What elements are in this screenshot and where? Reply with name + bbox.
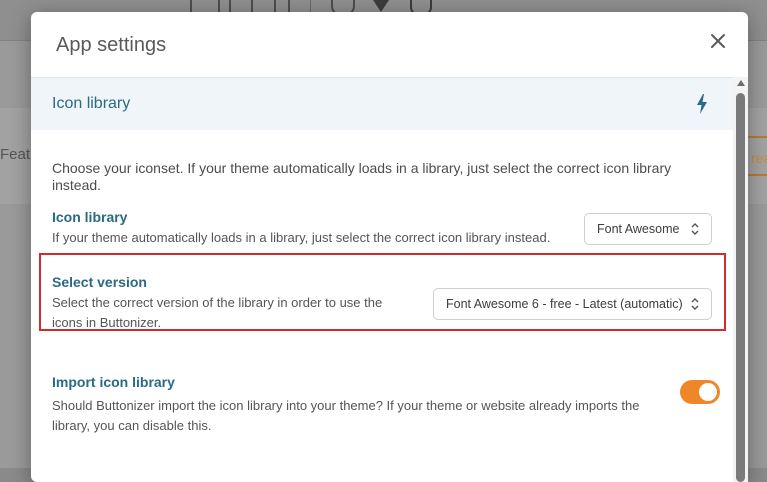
import-icon-library-label: Import icon library: [52, 374, 175, 390]
select-version-description: Select the correct version of the librar…: [52, 295, 383, 330]
section-header-icon-library[interactable]: Icon library: [31, 77, 733, 130]
app-settings-modal: App settings Icon library Choose your ic…: [31, 12, 748, 482]
select-arrows-icon: [691, 223, 699, 235]
import-icon-library-description: Should Buttonizer import the icon librar…: [52, 398, 640, 433]
icon-library-selected: Font Awesome: [597, 222, 680, 236]
bolt-icon: [697, 94, 707, 114]
icon-library-description: If your theme automatically loads in a l…: [52, 230, 551, 245]
intro-text: Choose your iconset. If your theme autom…: [52, 160, 672, 193]
toggle-knob: [699, 383, 717, 401]
scroll-up-arrow-icon[interactable]: [737, 80, 745, 86]
background-button: rea: [745, 136, 767, 176]
background-label: Feat: [0, 146, 31, 163]
import-icon-library-toggle[interactable]: [680, 380, 720, 404]
select-arrows-icon: [691, 298, 699, 310]
modal-scrollbar[interactable]: [733, 77, 748, 482]
settings-scroll-area[interactable]: Icon library Choose your iconset. If you…: [31, 77, 733, 482]
icon-library-select[interactable]: Font Awesome: [584, 213, 712, 245]
close-button[interactable]: [707, 30, 729, 52]
icon-library-label: Icon library: [52, 209, 128, 225]
version-select[interactable]: Font Awesome 6 - free - Latest (automati…: [433, 288, 712, 320]
filter-icon: [373, 0, 389, 12]
scroll-thumb[interactable]: [736, 93, 745, 482]
section-title: Icon library: [52, 95, 131, 112]
modal-title: App settings: [56, 34, 167, 56]
version-selected: Font Awesome 6 - free - Latest (automati…: [446, 297, 683, 311]
select-version-label: Select version: [52, 274, 147, 290]
close-icon: [711, 34, 725, 48]
